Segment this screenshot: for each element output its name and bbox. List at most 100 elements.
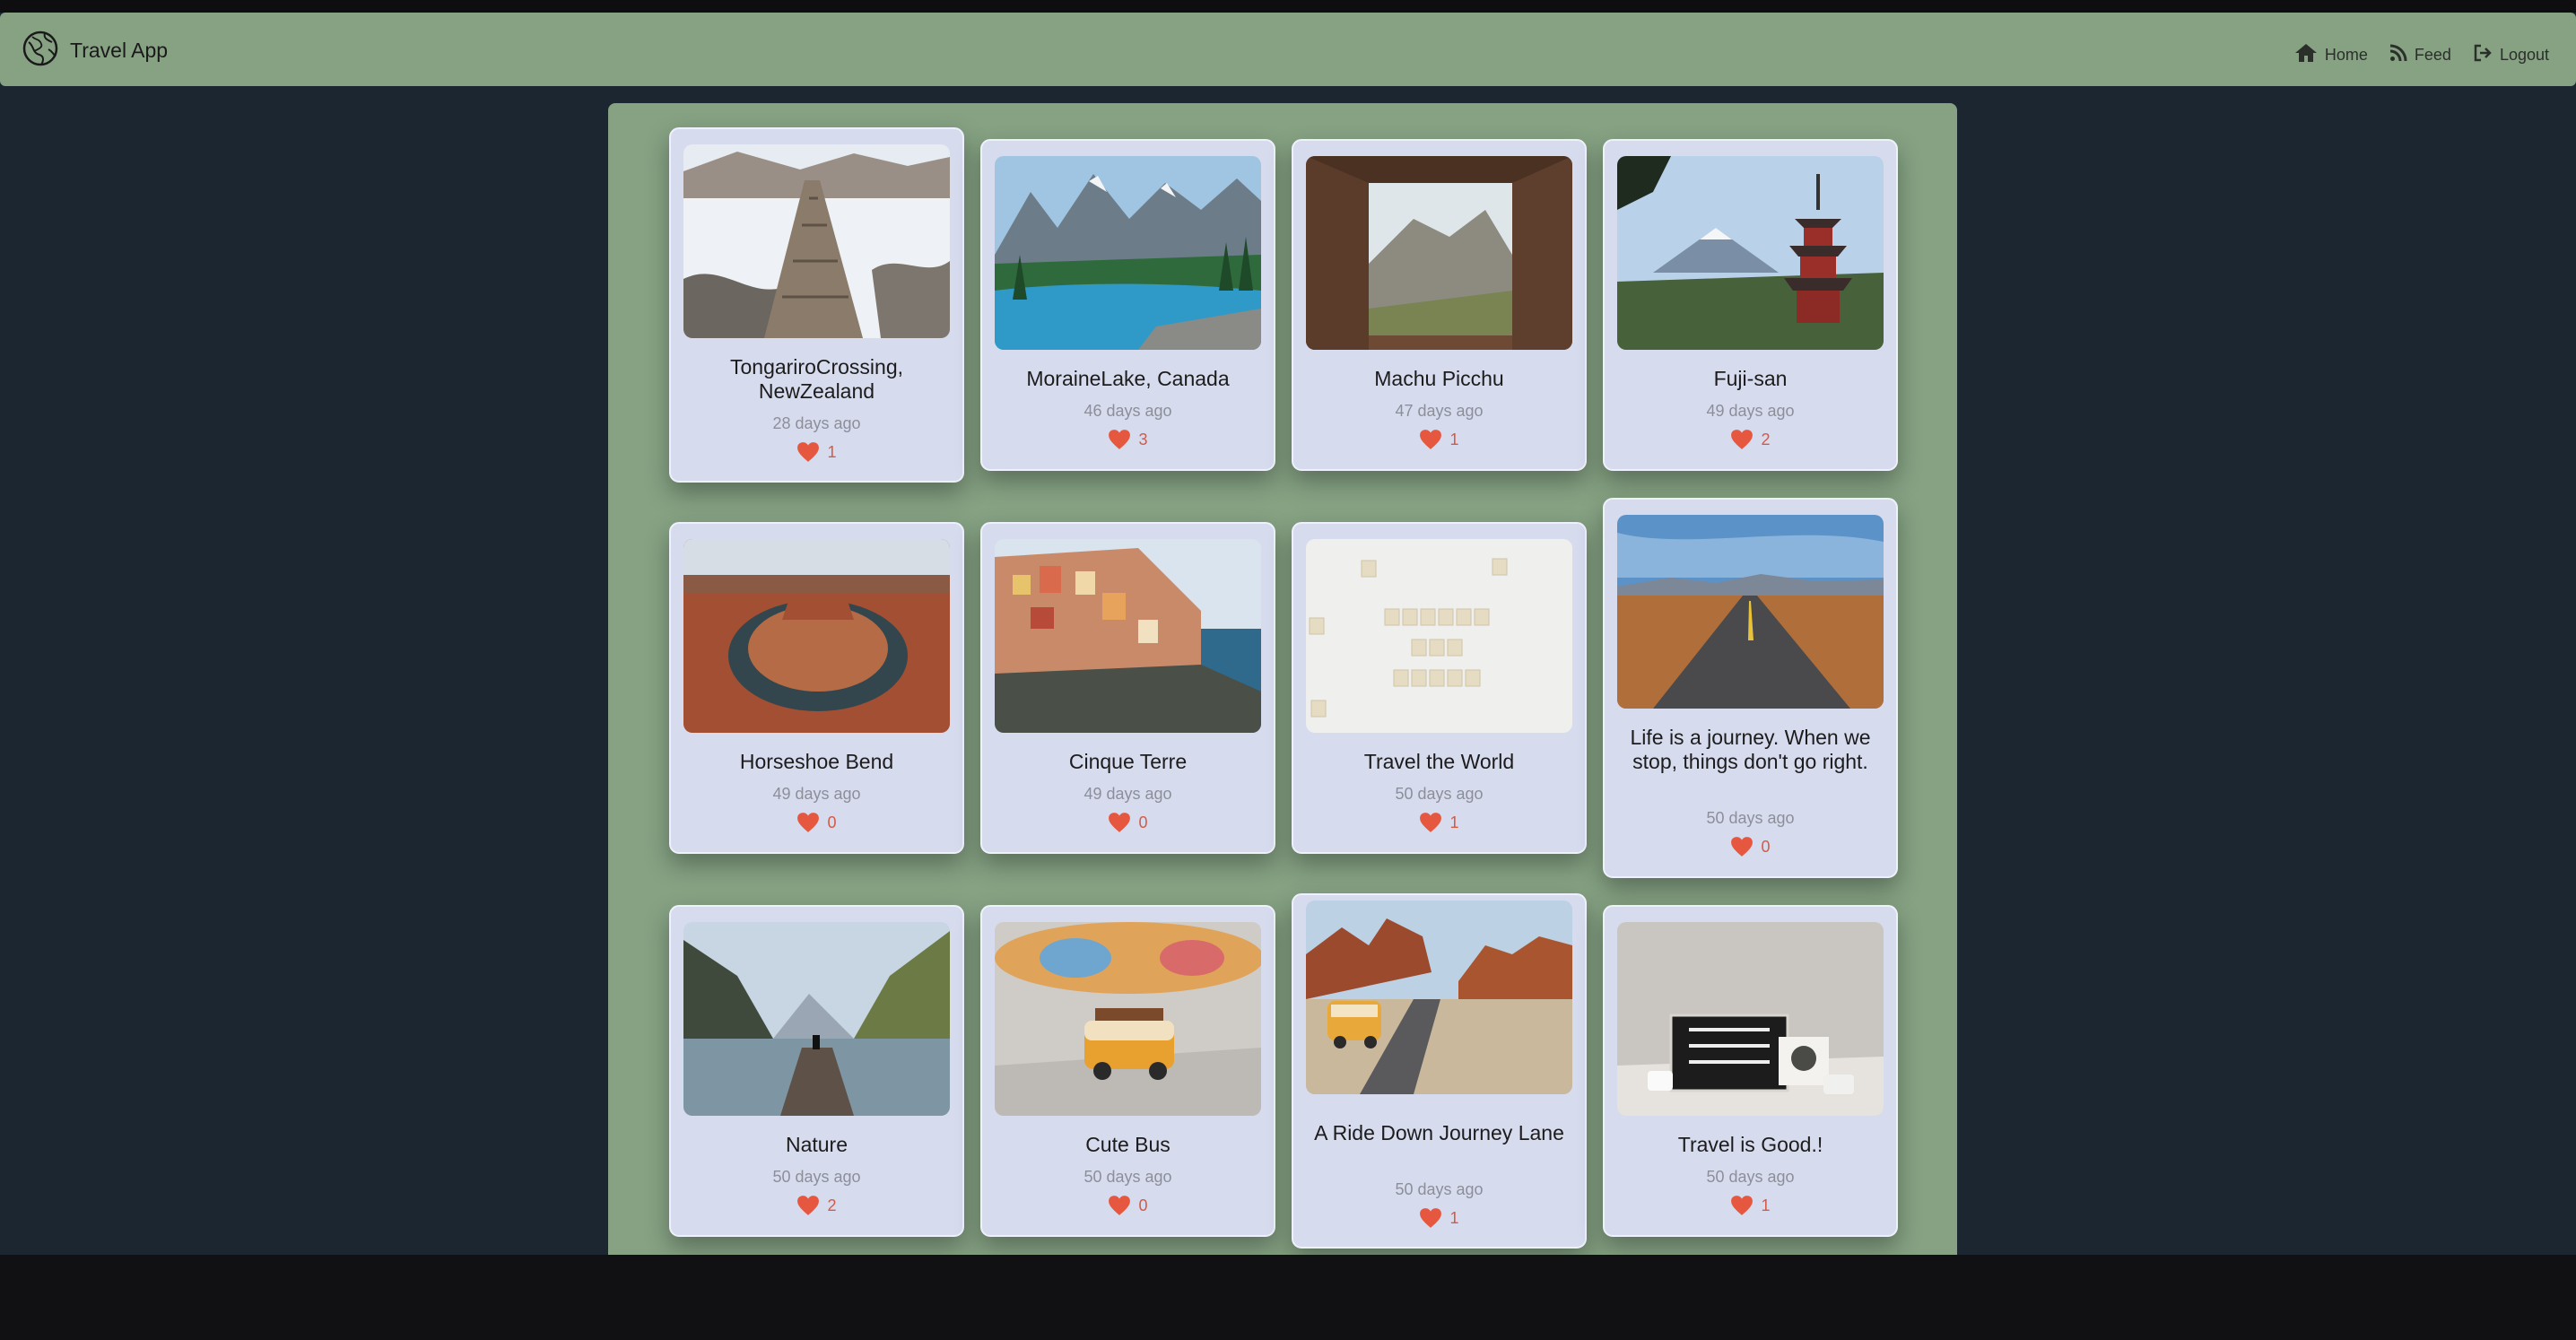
post-title: Cinque Terre: [1068, 750, 1188, 773]
brand-title: Travel App: [70, 38, 169, 62]
heart-icon[interactable]: [796, 1195, 820, 1216]
like-count: 1: [1761, 1196, 1771, 1214]
nav-logout-link[interactable]: Logout: [2473, 44, 2549, 66]
post-title: Travel is Good.!: [1677, 1133, 1823, 1156]
post-date: 49 days ago: [772, 785, 861, 803]
heart-icon[interactable]: [1108, 1195, 1131, 1216]
post-card[interactable]: TongariroCrossing, NewZealand 28 days ag…: [669, 127, 964, 483]
post-date: 50 days ago: [1395, 785, 1484, 803]
heart-icon[interactable]: [1730, 429, 1754, 450]
post-likes[interactable]: 0: [982, 1195, 1274, 1216]
post-date: 50 days ago: [772, 1168, 861, 1186]
post-image-letter-board[interactable]: [1617, 922, 1884, 1116]
post-card[interactable]: Cinque Terre 49 days ago 0: [980, 522, 1275, 854]
post-likes[interactable]: 0: [671, 812, 962, 833]
post-date: 50 days ago: [1083, 1168, 1172, 1186]
post-likes[interactable]: 0: [1605, 836, 1896, 857]
post-image-pagoda-mount-fuji[interactable]: [1617, 156, 1884, 350]
heart-icon[interactable]: [1730, 1195, 1754, 1216]
post-title: MoraineLake, Canada: [1026, 367, 1230, 390]
post-likes[interactable]: 2: [671, 1195, 962, 1216]
post-likes[interactable]: 1: [1293, 429, 1585, 450]
post-title: Nature: [785, 1133, 849, 1156]
post-title: Fuji-san: [1713, 367, 1788, 390]
heart-icon[interactable]: [1419, 812, 1442, 833]
post-title: Cute Bus: [1085, 1133, 1171, 1156]
globe-leaf-logo-icon: [22, 30, 59, 72]
like-count: 1: [1449, 1208, 1459, 1227]
post-likes[interactable]: 1: [1293, 1207, 1585, 1229]
nav-feed-link[interactable]: Feed: [2389, 44, 2451, 66]
post-title: TongariroCrossing, NewZealand: [729, 355, 904, 403]
heart-icon[interactable]: [1419, 1207, 1442, 1229]
post-image-toy-van[interactable]: [995, 922, 1261, 1116]
post-image-scrabble-tiles[interactable]: [1306, 539, 1572, 733]
post-card[interactable]: Nature 50 days ago 2: [669, 905, 964, 1237]
post-image-fjord-dock[interactable]: [683, 922, 950, 1116]
like-count: 0: [1761, 837, 1771, 856]
post-card[interactable]: A Ride Down Journey Lane 50 days ago 1: [1292, 893, 1587, 1249]
post-likes[interactable]: 3: [982, 429, 1274, 450]
nav-logout-label: Logout: [2499, 46, 2549, 64]
navbar: Travel App Home Feed Logout: [0, 13, 2576, 86]
post-title: Horseshoe Bend: [739, 750, 894, 773]
post-date: 49 days ago: [1706, 402, 1795, 420]
post-date: 50 days ago: [1706, 1168, 1795, 1186]
post-title: Machu Picchu: [1374, 367, 1504, 390]
like-count: 2: [827, 1196, 837, 1214]
post-card[interactable]: Horseshoe Bend 49 days ago 0: [669, 522, 964, 854]
post-title: A Ride Down Journey Lane: [1314, 1121, 1564, 1144]
like-count: 0: [1138, 813, 1148, 831]
post-card[interactable]: MoraineLake, Canada 46 days ago 3: [980, 139, 1275, 471]
post-image-van-desert-road[interactable]: [1306, 901, 1572, 1094]
heart-icon[interactable]: [1108, 429, 1131, 450]
post-image-coastal-village[interactable]: [995, 539, 1261, 733]
post-title: Life is a journey. When we stop, things …: [1630, 726, 1871, 773]
footer-bar: [0, 1255, 2576, 1340]
post-date: 50 days ago: [1706, 809, 1795, 827]
home-icon: [2294, 43, 2318, 67]
logout-icon: [2473, 44, 2493, 66]
post-image-snowy-boardwalk[interactable]: [683, 144, 950, 338]
post-card[interactable]: Travel the World 50 days ago 1: [1292, 522, 1587, 854]
post-image-desert-highway[interactable]: [1617, 515, 1884, 709]
nav-links: Home Feed Logout: [2294, 43, 2549, 67]
post-date: 28 days ago: [772, 414, 861, 432]
like-count: 1: [1449, 813, 1459, 831]
heart-icon[interactable]: [1419, 429, 1442, 450]
brand[interactable]: Travel App: [22, 30, 168, 70]
post-image-canyon-river-bend[interactable]: [683, 539, 950, 733]
post-card[interactable]: Fuji-san 49 days ago 2: [1603, 139, 1898, 471]
post-card[interactable]: Machu Picchu 47 days ago 1: [1292, 139, 1587, 471]
post-likes[interactable]: 2: [1605, 429, 1896, 450]
nav-home-link[interactable]: Home: [2294, 43, 2368, 67]
like-count: 2: [1761, 430, 1771, 448]
post-likes[interactable]: 0: [982, 812, 1274, 833]
nav-feed-label: Feed: [2414, 46, 2451, 64]
window-top-edge: [0, 0, 2576, 13]
post-date: 49 days ago: [1083, 785, 1172, 803]
post-date: 46 days ago: [1083, 402, 1172, 420]
like-count: 1: [827, 442, 837, 461]
like-count: 3: [1138, 430, 1148, 448]
post-title: Travel the World: [1363, 750, 1515, 773]
like-count: 1: [1449, 430, 1459, 448]
post-date: 47 days ago: [1395, 402, 1484, 420]
post-card[interactable]: Cute Bus 50 days ago 0: [980, 905, 1275, 1237]
rss-icon: [2389, 44, 2407, 66]
heart-icon[interactable]: [1730, 836, 1754, 857]
post-likes[interactable]: 1: [1293, 812, 1585, 833]
heart-icon[interactable]: [796, 812, 820, 833]
post-date: 50 days ago: [1395, 1180, 1484, 1198]
heart-icon[interactable]: [1108, 812, 1131, 833]
post-image-mountain-lake[interactable]: [995, 156, 1261, 350]
post-likes[interactable]: 1: [1605, 1195, 1896, 1216]
post-likes[interactable]: 1: [671, 441, 962, 463]
post-card[interactable]: Life is a journey. When we stop, things …: [1603, 498, 1898, 878]
heart-icon[interactable]: [796, 441, 820, 463]
post-card[interactable]: Travel is Good.! 50 days ago 1: [1603, 905, 1898, 1237]
like-count: 0: [827, 813, 837, 831]
like-count: 0: [1138, 1196, 1148, 1214]
nav-home-label: Home: [2324, 46, 2368, 64]
post-image-stone-window-ruins[interactable]: [1306, 156, 1572, 350]
